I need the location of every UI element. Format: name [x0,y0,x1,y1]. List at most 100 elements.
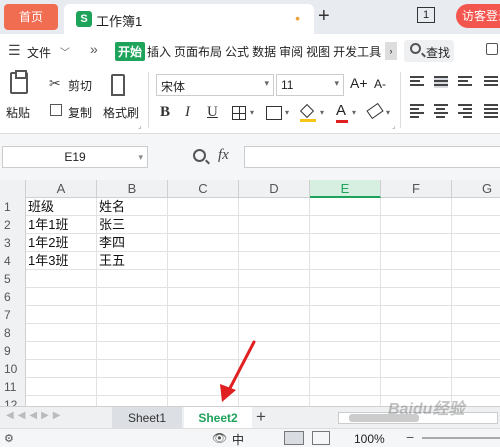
grid-cell[interactable] [97,270,168,288]
grid-cell[interactable] [168,288,239,306]
italic-button[interactable]: I [185,104,190,121]
page-view-icon[interactable] [312,431,330,445]
row-header[interactable]: 2 [0,216,26,234]
grid-cell[interactable] [97,360,168,378]
justify-icon[interactable] [484,104,498,118]
align-middle-icon[interactable] [434,76,448,88]
row-header[interactable]: 1 [0,198,26,216]
grid-cell[interactable] [310,378,381,396]
decrease-font-button[interactable]: A- [374,77,386,91]
column-header-f[interactable]: F [381,180,452,198]
merge-cells-icon[interactable] [266,106,282,120]
spreadsheet-grid[interactable]: A B C D E F G 1 班级 姓名 2 1年1班 张三 3 1年2班 李四 4 1年3班 王五… [0,180,500,414]
grid-cell[interactable] [168,324,239,342]
copy-icon[interactable] [50,104,62,116]
column-header-g[interactable]: G [452,180,500,198]
row-header[interactable]: 8 [0,324,26,342]
grid-cell[interactable] [26,288,97,306]
grid-cell[interactable] [168,252,239,270]
column-header-a[interactable]: A [26,180,97,198]
insert-function-button[interactable]: fx [218,147,229,164]
grid-cell[interactable] [381,252,452,270]
grid-cell[interactable] [26,342,97,360]
grid-cell[interactable] [381,360,452,378]
row-header[interactable]: 6 [0,288,26,306]
wrap-text-icon[interactable] [484,76,498,88]
document-tab[interactable]: S 工作簿1 • [64,4,314,34]
row-header[interactable]: 7 [0,306,26,324]
clipboard-launcher-icon[interactable]: ⌟ [138,121,142,130]
row-header[interactable]: 10 [0,360,26,378]
grid-cell[interactable] [239,198,310,216]
grid-cell[interactable] [452,234,500,252]
grid-cell[interactable] [452,288,500,306]
eye-protection-icon[interactable]: 👁 [212,431,227,445]
tab-view[interactable]: 视图 [305,42,331,61]
clear-format-icon[interactable] [366,102,384,120]
grid-cell[interactable] [168,198,239,216]
grid-cell[interactable] [452,252,500,270]
language-indicator[interactable]: 中 [232,431,244,448]
grid-cell[interactable] [239,234,310,252]
paste-icon[interactable] [10,70,28,94]
grid-cell[interactable] [310,324,381,342]
chevron-right-icon[interactable]: › [385,42,397,60]
grid-cell[interactable] [97,378,168,396]
grid-cell[interactable] [452,324,500,342]
row-header[interactable]: 3 [0,234,26,252]
grid-cell[interactable] [381,288,452,306]
chevron-down-icon[interactable]: ▾ [285,108,289,117]
chevron-down-icon[interactable]: ﹀ [60,44,70,59]
menu-icon[interactable]: ☰ [8,42,21,59]
row-header[interactable]: 5 [0,270,26,288]
grid-cell[interactable] [381,216,452,234]
borders-icon[interactable] [232,106,246,120]
tab-home[interactable]: 开始 [115,42,146,61]
grid-cell[interactable]: 班级 [26,198,97,216]
normal-view-icon[interactable] [284,431,304,445]
grid-cell[interactable] [452,306,500,324]
font-color-button[interactable]: A [336,102,348,123]
grid-cell[interactable] [452,270,500,288]
grid-cell[interactable] [381,324,452,342]
grid-cell[interactable] [168,270,239,288]
name-box[interactable]: E19 ▾ [2,146,148,168]
grid-cell[interactable]: 1年2班 [26,234,97,252]
grid-cell[interactable] [239,252,310,270]
grid-cell[interactable] [168,306,239,324]
sheet-tab-sheet2[interactable]: Sheet2 [184,407,252,429]
grid-cell[interactable] [97,324,168,342]
tab-data[interactable]: 数据 [251,42,277,61]
grid-cell[interactable] [310,270,381,288]
grid-cell[interactable] [97,306,168,324]
chevron-down-icon[interactable]: ▾ [138,147,143,167]
sheet-nav-arrows-icon[interactable]: ◀◀◀▶▶ [6,410,64,421]
format-painter-icon[interactable] [111,74,125,96]
grid-cell[interactable] [310,288,381,306]
new-tab-button[interactable]: + [318,5,330,28]
grid-cell[interactable] [452,198,500,216]
font-name-select[interactable]: 宋体 ▾ [156,74,274,96]
grid-cell[interactable] [26,324,97,342]
column-header-b[interactable]: B [97,180,168,198]
grid-cell[interactable] [239,360,310,378]
align-left-icon[interactable] [410,104,424,118]
grid-cell[interactable] [310,342,381,360]
copy-button[interactable]: 复制 [68,104,92,121]
home-tab[interactable]: 首页 [4,4,58,30]
grid-cell[interactable] [26,270,97,288]
add-sheet-button[interactable]: + [256,407,266,427]
row-header[interactable]: 11 [0,378,26,396]
tab-insert[interactable]: 插入 [146,42,172,61]
font-launcher-icon[interactable]: ⌟ [392,121,396,130]
align-top-icon[interactable] [410,76,424,88]
visitor-login-button[interactable]: 访客登录 [456,4,500,28]
tab-formulas[interactable]: 公式 [224,42,250,61]
grid-cell[interactable] [452,216,500,234]
column-header-d[interactable]: D [239,180,310,198]
grid-cell[interactable] [168,216,239,234]
grid-cell[interactable] [381,198,452,216]
tab-review[interactable]: 审阅 [278,42,304,61]
grid-cell[interactable] [310,360,381,378]
grid-cell[interactable] [452,378,500,396]
